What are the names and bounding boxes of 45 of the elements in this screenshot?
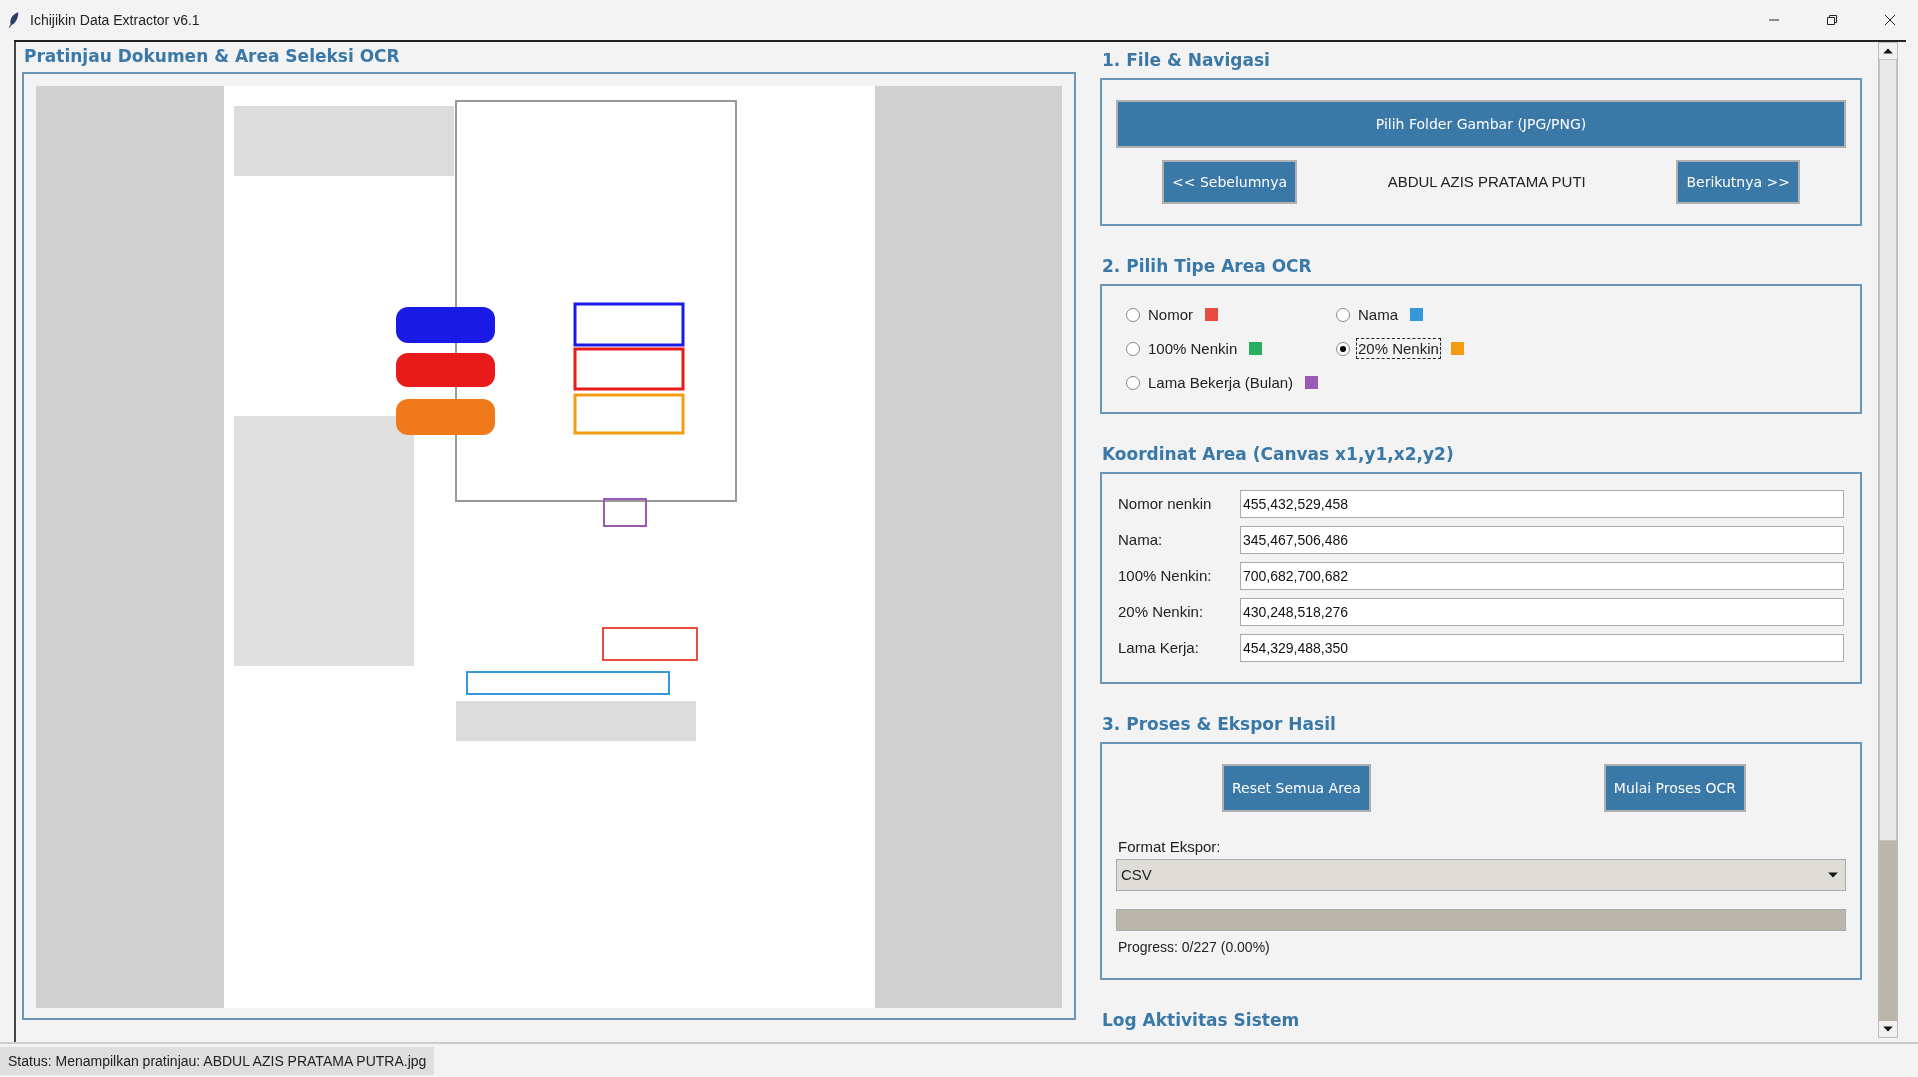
- radio-button[interactable]: [1336, 341, 1350, 356]
- scrollbar[interactable]: [1878, 41, 1898, 1038]
- scroll-thumb[interactable]: [1879, 58, 1897, 841]
- scroll-down-icon[interactable]: [1882, 1024, 1894, 1033]
- status-text: Status: Menampilkan pratinjau: ABDUL AZIS PRATAMA PUTRA.jpg: [0, 1046, 435, 1075]
- field-label: Nomor nenkin: [1118, 495, 1213, 513]
- field-label: Format Ekspor:: [1118, 837, 1222, 855]
- section-heading: Pratinjau Dokumen & Area Seleksi OCR: [23, 45, 401, 66]
- coordinate-field[interactable]: 430,248,518,276: [1240, 597, 1844, 626]
- progress-text: Progress: 0/227 (0.00%): [1118, 938, 1271, 955]
- section-heading: 1. File & Navigasi: [1102, 49, 1271, 70]
- field-label: 20% Nenkin:: [1118, 603, 1205, 621]
- section-heading: Log Aktivitas Sistem: [1102, 1009, 1301, 1030]
- reset-button[interactable]: Reset Semua Area: [1222, 763, 1371, 812]
- folder-button[interactable]: Pilih Folder Gambar (JPG/PNG): [1116, 99, 1846, 148]
- section-heading: 3. Proses & Ekspor Hasil: [1102, 713, 1337, 734]
- radio-button[interactable]: [1336, 307, 1350, 322]
- radio-label[interactable]: Nomor: [1146, 304, 1195, 326]
- coordinate-field[interactable]: 345,467,506,486: [1240, 525, 1844, 554]
- field-label: Nama:: [1118, 531, 1164, 549]
- dropdown-arrow-icon[interactable]: [1827, 870, 1839, 879]
- next-button[interactable]: Berikutnya >>: [1676, 159, 1800, 204]
- scroll-up-icon[interactable]: [1882, 46, 1894, 55]
- coordinate-field[interactable]: 455,432,529,458: [1240, 489, 1844, 518]
- radio-label[interactable]: Lama Bekerja (Bulan): [1146, 372, 1296, 394]
- previous-button[interactable]: << Sebelumnya: [1162, 159, 1298, 204]
- file-name-label: ABDUL AZIS PRATAMA PUTI: [1386, 173, 1587, 191]
- radio-button[interactable]: [1126, 307, 1140, 322]
- feather-icon: [8, 10, 20, 29]
- radio-label[interactable]: Nama: [1356, 304, 1400, 326]
- radio-label[interactable]: 20% Nenkin: [1356, 338, 1441, 360]
- window-title: Ichijikin Data Extractor v6.1: [30, 11, 200, 28]
- coordinate-field[interactable]: 700,682,700,682: [1240, 561, 1844, 590]
- field-label: Lama Kerja:: [1118, 639, 1200, 657]
- radio-button[interactable]: [1126, 341, 1140, 356]
- section-heading: Koordinat Area (Canvas x1,y1,x2,y2): [1102, 443, 1455, 464]
- close-icon[interactable]: [1884, 13, 1896, 26]
- format-dropdown[interactable]: CSV: [1116, 858, 1846, 891]
- section-heading: 2. Pilih Tipe Area OCR: [1102, 255, 1313, 276]
- start-button[interactable]: Mulai Proses OCR: [1603, 763, 1746, 812]
- field-label: 100% Nenkin:: [1118, 567, 1213, 585]
- coordinate-field[interactable]: 454,329,488,350: [1240, 633, 1844, 662]
- radio-button[interactable]: [1126, 375, 1140, 390]
- radio-label[interactable]: 100% Nenkin: [1146, 338, 1240, 360]
- restore-icon[interactable]: [1826, 13, 1838, 26]
